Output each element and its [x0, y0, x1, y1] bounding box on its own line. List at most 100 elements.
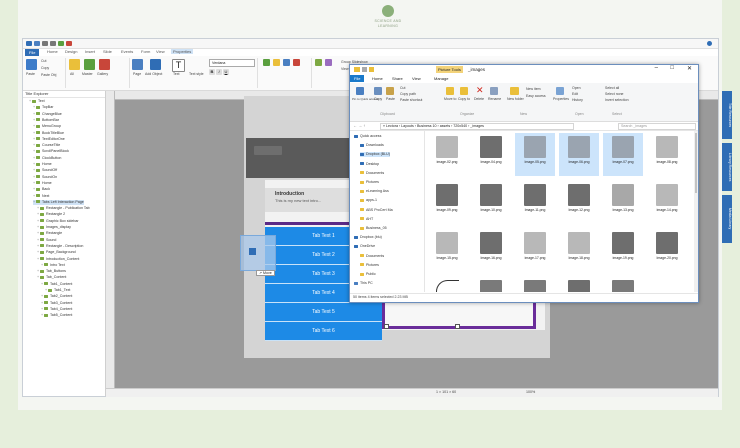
tree-item[interactable]: + ScrollPanelBlock — [33, 149, 69, 154]
paste-icon[interactable] — [26, 59, 37, 70]
help-icon[interactable] — [707, 41, 712, 46]
file-item[interactable]: image-09.png — [427, 181, 467, 224]
tree-item[interactable]: + MenuGroup — [33, 124, 61, 129]
all-icon[interactable] — [69, 59, 80, 70]
file-item[interactable]: image-14.png — [647, 181, 687, 224]
bold-icon[interactable]: B — [209, 69, 215, 75]
file-item[interactable]: Image-15.png — [427, 229, 467, 272]
select-none-label[interactable]: Select none — [605, 92, 624, 96]
tree-item[interactable]: + Tab2_Content — [41, 294, 72, 299]
resize-handle[interactable] — [384, 324, 389, 329]
nav-item[interactable]: Documents — [360, 254, 384, 259]
file-item[interactable]: Image-05.png — [515, 133, 555, 176]
tree-item[interactable]: + Home — [33, 181, 52, 186]
tree-item[interactable]: + Sound — [37, 238, 56, 243]
file-item[interactable]: Image-13.png — [603, 181, 643, 224]
button-icon[interactable] — [293, 59, 300, 66]
easy-access-label[interactable]: Easy access — [526, 94, 546, 98]
preview-icon[interactable] — [58, 41, 64, 46]
file-item[interactable]: Image-04.png — [471, 133, 511, 176]
tree-item[interactable]: + Tab5_Content — [41, 313, 72, 318]
tree-item[interactable]: + SoundOff — [33, 168, 57, 173]
tree-item[interactable]: + TextEditorOne — [33, 137, 65, 142]
tree-item[interactable]: + Tab_Buttons — [37, 269, 66, 274]
file-item[interactable]: Image-18.png — [559, 229, 599, 272]
new-item-label[interactable]: New item — [526, 87, 541, 91]
font-select[interactable]: Verdana — [209, 59, 255, 67]
tree-item[interactable]: + Images_display — [37, 225, 71, 230]
copy-icon[interactable] — [374, 87, 382, 95]
file-item[interactable]: image-08.png — [647, 133, 687, 176]
tree-item[interactable]: + Rectangle - Publication Tab — [37, 206, 90, 211]
tree-item[interactable]: + Tab1_Content — [41, 282, 72, 287]
nav-item[interactable]: Pictures — [360, 180, 379, 185]
variable-icon[interactable] — [325, 59, 332, 66]
resize-handle[interactable] — [455, 324, 460, 329]
close-icon[interactable]: ✕ — [687, 65, 692, 72]
nav-item[interactable]: OneDrive — [354, 244, 375, 249]
redo-icon[interactable] — [50, 41, 56, 46]
file-scrollbar[interactable] — [694, 131, 698, 292]
underline-icon[interactable]: U — [223, 69, 229, 75]
nav-item[interactable]: Quick access — [354, 134, 381, 139]
tab-insert[interactable]: Insert — [85, 49, 95, 54]
align-icon[interactable] — [263, 59, 270, 66]
scroll-thumb[interactable] — [695, 133, 697, 193]
tab-share[interactable]: Share — [392, 76, 403, 81]
file-item[interactable]: image-17.png — [515, 229, 555, 272]
tree-item[interactable]: + CourseTitle — [33, 143, 60, 148]
nav-buttons[interactable]: ← → ↑ — [353, 123, 365, 128]
tab-home[interactable]: Home — [47, 49, 58, 54]
tree-item[interactable]: + Text — [29, 99, 45, 104]
file-item[interactable] — [559, 277, 599, 292]
file-item[interactable]: Image-10.png — [471, 181, 511, 224]
file-item[interactable] — [515, 277, 555, 292]
tab-view[interactable]: View — [412, 76, 421, 81]
move-to-icon[interactable] — [446, 87, 454, 95]
tree-item[interactable]: + BottomBar — [33, 118, 59, 123]
new-folder-icon[interactable] — [369, 67, 374, 72]
tab-file[interactable]: File — [350, 75, 365, 82]
italic-icon[interactable]: I — [216, 69, 222, 75]
tab-button-5[interactable]: Tab Text 5 — [265, 303, 382, 322]
tree-item[interactable]: + SoundOn — [33, 175, 57, 180]
file-item[interactable]: Image-16.png — [471, 229, 511, 272]
tree-item[interactable]: + Tabs Left Interaction Page — [33, 199, 84, 205]
copy-label[interactable]: Copy — [41, 66, 49, 70]
undo-icon[interactable] — [42, 41, 48, 46]
rename-icon[interactable] — [490, 87, 498, 95]
tree-item[interactable]: + Tab_Content — [37, 275, 66, 280]
copy-to-icon[interactable] — [460, 87, 468, 95]
history-label[interactable]: History — [572, 98, 583, 102]
nav-item[interactable]: Dropbox (BLU) — [360, 152, 390, 158]
new-folder-icon[interactable] — [510, 87, 519, 95]
tab-slide[interactable]: Slide — [103, 49, 112, 54]
nav-item[interactable]: ABS ProCert Ma — [360, 208, 393, 213]
edit-label[interactable]: Edit — [572, 92, 578, 96]
master-icon[interactable] — [84, 59, 95, 70]
tree-item[interactable]: + ClockButton — [33, 156, 61, 161]
tree-item[interactable]: + Intro Text — [41, 263, 65, 268]
nav-item[interactable]: Public — [360, 272, 376, 277]
file-item[interactable]: image-19.png — [603, 229, 643, 272]
nav-item[interactable]: Downloads — [360, 143, 384, 148]
media-library-tab[interactable]: Media Library — [722, 195, 732, 243]
tree-item[interactable]: + Page_Background — [37, 250, 76, 255]
tree-item[interactable]: + Graphic Box sidebar — [37, 219, 79, 224]
properties-icon[interactable] — [362, 67, 367, 72]
open-label[interactable]: Open — [572, 86, 581, 90]
file-item[interactable] — [471, 277, 511, 292]
tab-button-6[interactable]: Tab Text 6 — [265, 322, 382, 341]
tree-item[interactable]: + TopBar — [33, 105, 53, 110]
nav-item[interactable]: eLearning Ass — [360, 189, 389, 194]
cut-label[interactable]: Cut — [400, 86, 405, 90]
tab-form[interactable]: Form — [141, 49, 150, 54]
file-item[interactable]: Image-06.png — [559, 133, 599, 176]
select-all-label[interactable]: Select all — [605, 86, 619, 90]
tree-item[interactable]: + Rectangle — [37, 231, 62, 236]
properties-icon[interactable] — [556, 87, 564, 95]
image-icon[interactable] — [273, 59, 280, 66]
tree-item[interactable]: + Next — [33, 194, 49, 199]
nav-item[interactable]: Desktop — [360, 162, 379, 167]
tab-events[interactable]: Events — [121, 49, 133, 54]
